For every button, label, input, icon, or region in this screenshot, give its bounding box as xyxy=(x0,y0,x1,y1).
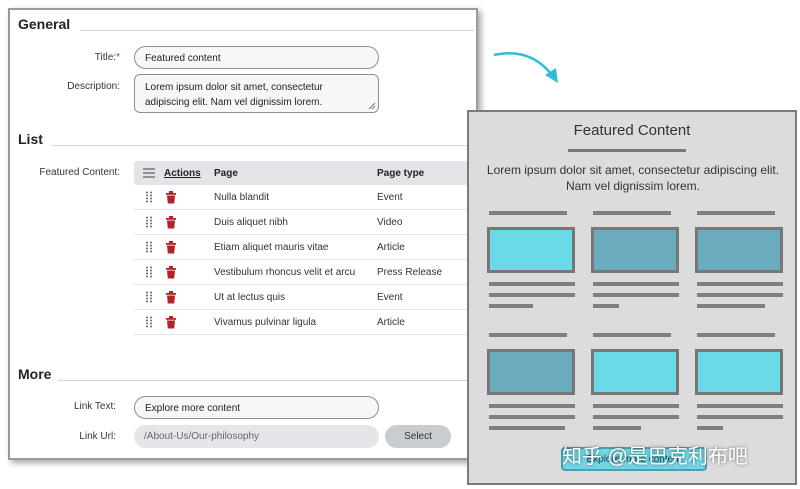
row-actions xyxy=(164,290,214,304)
placeholder-line xyxy=(489,304,533,308)
row-page: Etiam aliquet mauris vitae xyxy=(214,241,329,253)
placeholder-line xyxy=(593,304,619,308)
section-general-heading: General xyxy=(18,16,71,32)
placeholder-line xyxy=(593,282,679,286)
placeholder-line xyxy=(593,211,671,215)
table-row[interactable]: Etiam aliquet mauris vitae Article xyxy=(134,235,468,260)
row-actions xyxy=(164,215,214,229)
column-actions[interactable]: Actions xyxy=(164,168,214,179)
title-label: Title:* xyxy=(94,52,120,63)
curved-arrow-icon xyxy=(493,51,558,83)
preview-card-image xyxy=(487,349,575,395)
column-page-type: Page type xyxy=(377,167,425,179)
trash-icon[interactable] xyxy=(164,315,178,329)
placeholder-line xyxy=(593,415,679,419)
placeholder-line xyxy=(489,404,575,408)
placeholder-line xyxy=(593,404,679,408)
row-actions xyxy=(164,265,214,279)
placeholder-line xyxy=(697,426,723,430)
placeholder-line xyxy=(697,404,783,408)
select-button[interactable]: Select xyxy=(385,425,451,448)
preview-card-image xyxy=(591,349,679,395)
drag-handle-icon[interactable] xyxy=(134,316,164,328)
row-page-type: Video xyxy=(377,216,403,228)
table-body: Nulla blandit Event Duis aliquet nibh Video… xyxy=(134,185,468,335)
row-page: Ut at lectus quis xyxy=(214,291,286,303)
row-page: Vestibulum rhoncus velit et arcu xyxy=(214,266,356,278)
drag-handle-icon[interactable] xyxy=(134,216,164,228)
preview-card-image xyxy=(695,227,783,273)
placeholder-line xyxy=(489,426,565,430)
title-input[interactable]: Featured content xyxy=(134,46,379,69)
placeholder-line xyxy=(697,282,783,286)
placeholder-line xyxy=(489,415,575,419)
row-page: Nulla blandit xyxy=(214,191,270,203)
link-text-input[interactable]: Explore more content xyxy=(134,396,379,419)
table-row[interactable]: Ut at lectus quis Event xyxy=(134,285,468,310)
table-row[interactable]: Vestibulum rhoncus velit et arcu Press Re… xyxy=(134,260,468,285)
placeholder-line xyxy=(489,211,567,215)
row-actions xyxy=(164,315,214,329)
row-page: Vivamus pulvinar ligula xyxy=(214,316,317,328)
drag-handle-icon[interactable] xyxy=(134,191,164,203)
section-list-heading: List xyxy=(18,131,43,147)
preview-title-underline xyxy=(568,149,686,152)
section-more-heading: More xyxy=(18,366,52,382)
link-url-input[interactable]: /About-Us/Our-philosophy xyxy=(134,425,379,448)
row-page-type: Event xyxy=(377,291,403,303)
watermark-text: 知乎 @是巴克利布吧 xyxy=(562,446,748,468)
preview-card-image xyxy=(487,227,575,273)
link-url-label: Link Url: xyxy=(79,431,116,442)
placeholder-line xyxy=(593,293,679,297)
row-actions xyxy=(164,190,214,204)
featured-content-table: Actions Page Page type Nulla blandit Even… xyxy=(134,161,468,335)
row-page-type: Article xyxy=(377,316,405,328)
row-page-type: Event xyxy=(377,191,403,203)
placeholder-line xyxy=(489,293,575,297)
trash-icon[interactable] xyxy=(164,240,178,254)
table-row[interactable]: Nulla blandit Event xyxy=(134,185,468,210)
preview-description: Lorem ipsum dolor sit amet, consectetur … xyxy=(486,163,780,193)
table-row[interactable]: Duis aliquet nibh Video xyxy=(134,210,468,235)
section-divider xyxy=(80,30,474,31)
drag-all-icon[interactable] xyxy=(134,168,164,178)
editor-panel: General Title:* Featured content Descrip… xyxy=(8,8,478,460)
placeholder-line xyxy=(697,304,765,308)
row-actions xyxy=(164,240,214,254)
placeholder-line xyxy=(697,333,775,337)
placeholder-line xyxy=(697,293,783,297)
drag-handle-icon[interactable] xyxy=(134,291,164,303)
row-page: Duis aliquet nibh xyxy=(214,216,288,228)
description-label: Description: xyxy=(67,81,120,92)
placeholder-line xyxy=(697,415,783,419)
placeholder-line xyxy=(593,426,641,430)
placeholder-line xyxy=(489,333,567,337)
resize-grip-icon[interactable] xyxy=(368,102,376,110)
preview-title: Featured Content xyxy=(573,122,691,139)
trash-icon[interactable] xyxy=(164,215,178,229)
link-text-label: Link Text: xyxy=(73,401,116,412)
placeholder-line xyxy=(697,211,775,215)
table-header: Actions Page Page type xyxy=(134,161,468,185)
row-page-type: Article xyxy=(377,241,405,253)
section-divider xyxy=(58,380,474,381)
placeholder-line xyxy=(593,333,671,337)
description-text: Lorem ipsum dolor sit amet, consectetur … xyxy=(145,82,323,108)
drag-handle-icon[interactable] xyxy=(134,266,164,278)
trash-icon[interactable] xyxy=(164,265,178,279)
preview-mockup: Featured Content Lorem ipsum dolor sit a… xyxy=(467,110,797,485)
trash-icon[interactable] xyxy=(164,290,178,304)
featured-content-label: Featured Content: xyxy=(39,167,120,178)
drag-handle-icon[interactable] xyxy=(134,241,164,253)
table-row[interactable]: Vivamus pulvinar ligula Article xyxy=(134,310,468,335)
section-divider xyxy=(52,145,474,146)
preview-card-image xyxy=(591,227,679,273)
placeholder-line xyxy=(489,282,575,286)
preview-card-image xyxy=(695,349,783,395)
description-textarea[interactable]: Lorem ipsum dolor sit amet, consectetur … xyxy=(134,74,379,113)
column-page: Page xyxy=(214,167,238,179)
trash-icon[interactable] xyxy=(164,190,178,204)
row-page-type: Press Release xyxy=(377,266,443,278)
